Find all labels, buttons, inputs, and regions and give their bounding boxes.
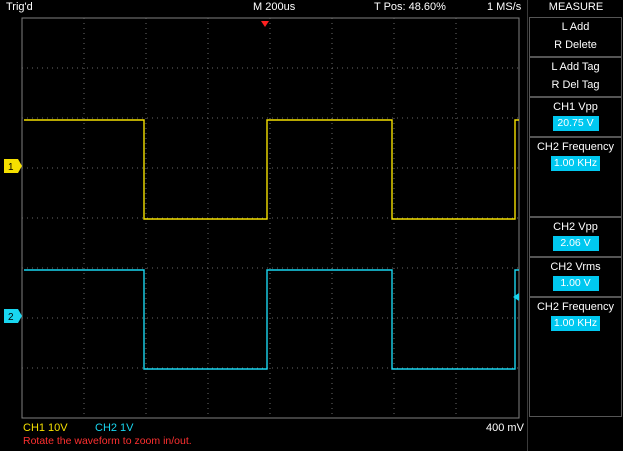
measurement-label: CH1 Vpp xyxy=(553,101,598,113)
measurement-label: CH2 Vrms xyxy=(550,261,601,273)
measurement-value: 20.75 V xyxy=(552,116,599,131)
footer-bar: CH1 10V CH2 1V 400 mV Rotate the wavefor… xyxy=(0,420,527,451)
ch2-marker-label: 2 xyxy=(8,312,14,323)
measurement-value: 2.06 V xyxy=(552,236,599,251)
tag-button[interactable]: L Add Tag R Del Tag xyxy=(529,57,622,97)
hint-text: Rotate the waveform to zoom in/out. xyxy=(23,435,192,447)
measure-menu: MEASURE L Add R Delete L Add Tag R Del T… xyxy=(527,0,623,451)
waveform-display[interactable]: 1 2 xyxy=(0,0,527,420)
measurement-value: 1.00 KHz xyxy=(550,316,601,331)
measurement-ch2-vrms[interactable]: CH2 Vrms 1.00 V xyxy=(529,257,622,297)
measurement-ch2-frequency-2[interactable]: CH2 Frequency 1.00 KHz xyxy=(529,297,622,417)
measurement-value: 1.00 KHz xyxy=(550,156,601,171)
measurement-ch2-frequency[interactable]: CH2 Frequency 1.00 KHz xyxy=(529,137,622,217)
measurement-label: CH2 Frequency xyxy=(536,141,615,153)
measurement-ch2-vpp[interactable]: CH2 Vpp 2.06 V xyxy=(529,217,622,257)
ch2-scale: CH2 1V xyxy=(95,422,134,434)
add-delete-button[interactable]: L Add R Delete xyxy=(529,17,622,57)
delete-label: R Delete xyxy=(554,39,597,51)
ch1-marker[interactable]: 1 xyxy=(4,159,22,173)
del-tag-label: R Del Tag xyxy=(551,79,600,91)
menu-title: MEASURE xyxy=(548,1,604,13)
measurement-label: CH2 Vpp xyxy=(553,221,598,233)
ch1-scale: CH1 10V xyxy=(23,422,68,434)
ch2-marker[interactable]: 2 xyxy=(4,309,22,323)
ch1-marker-label: 1 xyxy=(8,162,14,173)
measurement-label: CH2 Frequency xyxy=(536,301,615,313)
measurement-value: 1.00 V xyxy=(552,276,599,291)
add-label: L Add xyxy=(561,21,590,33)
measurement-ch1-vpp[interactable]: CH1 Vpp 20.75 V xyxy=(529,97,622,137)
add-tag-label: L Add Tag xyxy=(551,61,600,73)
trigger-level: 400 mV xyxy=(486,422,524,434)
